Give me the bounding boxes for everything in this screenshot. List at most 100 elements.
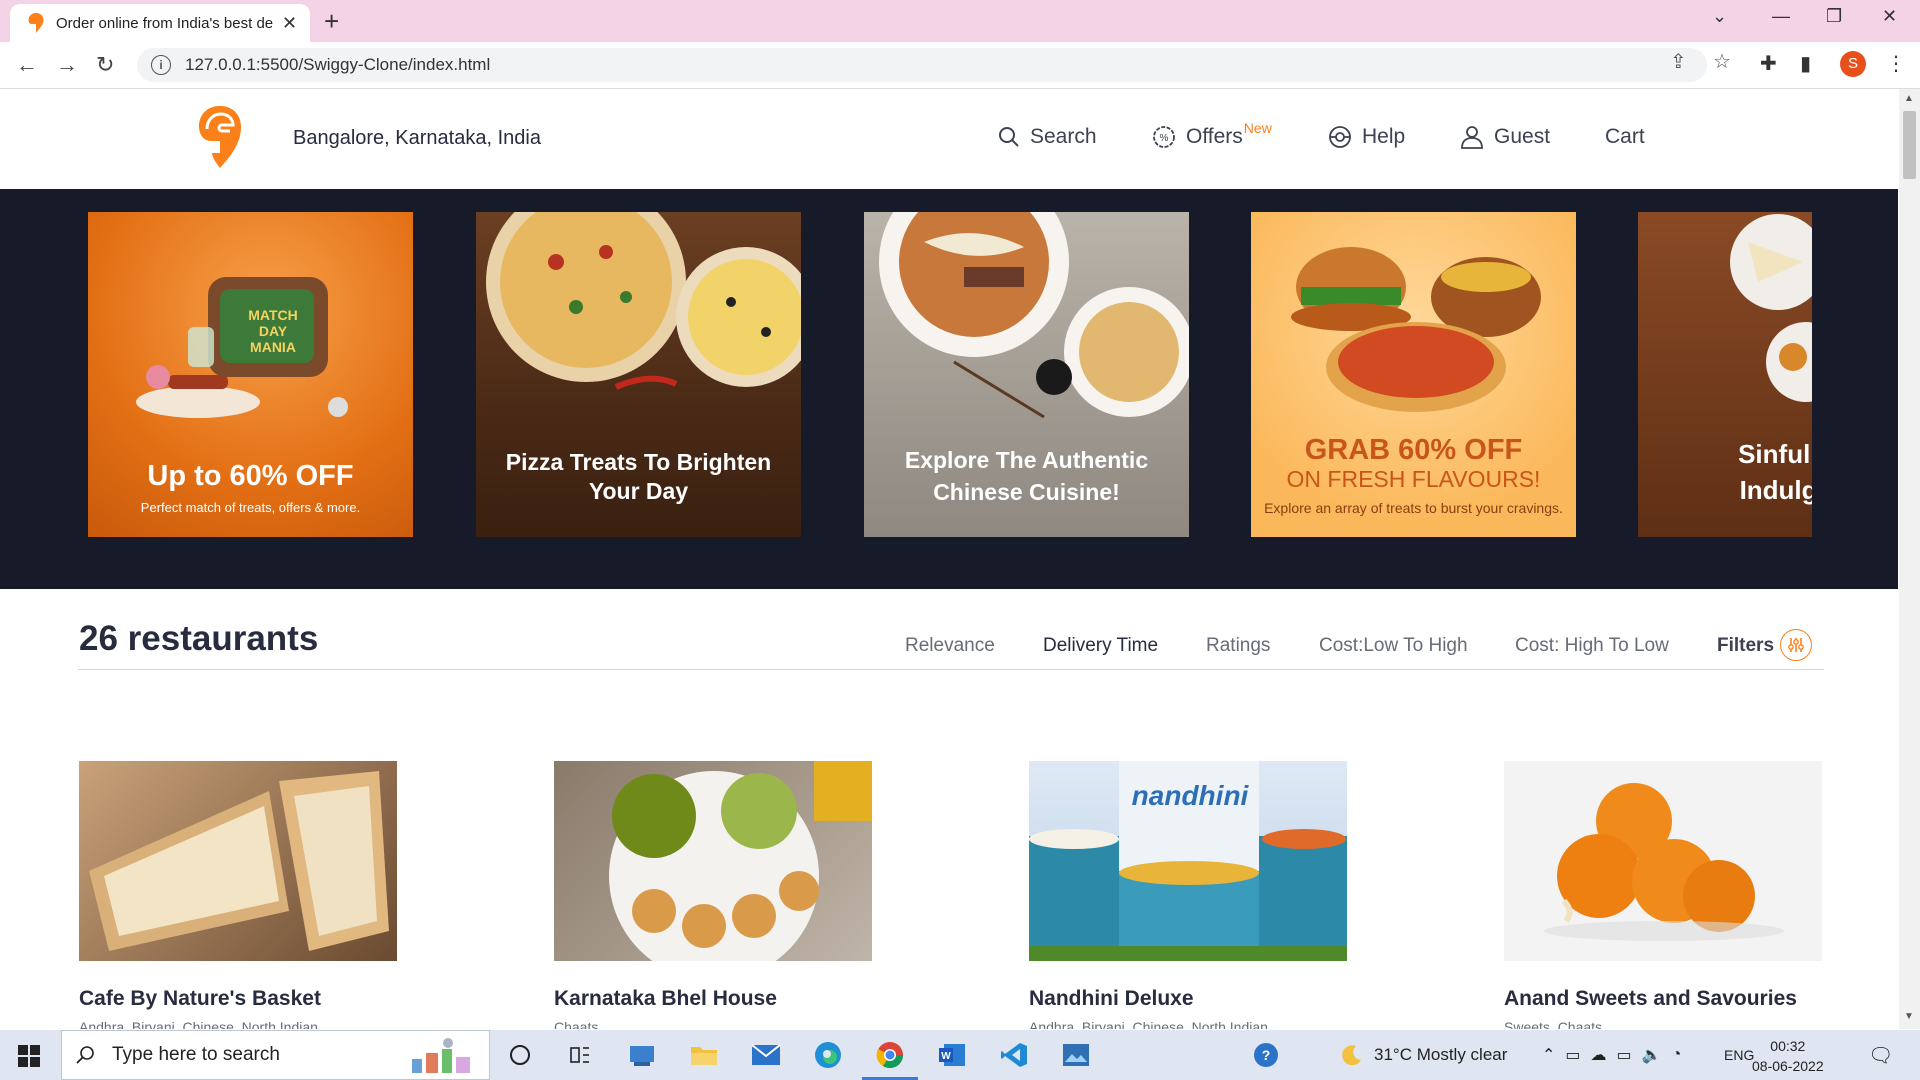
address-toolbar: ← → ↻ i 127.0.0.1:5500/Swiggy-Clone/inde… <box>0 42 1920 89</box>
nav-search[interactable]: Search <box>998 125 1097 149</box>
windows-taskbar: Type here to search W ? 31°C Mostly clea… <box>0 1030 1920 1080</box>
banner-card-match-day[interactable]: MATCH DAY MANIA Up to 60% OFF Perfect ma… <box>88 212 413 537</box>
search-icon <box>999 127 1019 147</box>
web-page: Bangalore, Karnataka, India Search % Off… <box>0 89 1898 1029</box>
cortana-icon[interactable] <box>502 1038 538 1072</box>
swiggy-favicon-icon <box>28 13 44 33</box>
banner-card-grab-60[interactable]: GRAB 60% OFF ON FRESH FLAVOURS! Explore … <box>1251 212 1576 537</box>
task-view-icon[interactable] <box>562 1038 598 1072</box>
volume-icon[interactable]: 🔈 <box>1642 1045 1672 1065</box>
nav-cart[interactable]: Cart <box>1605 125 1645 149</box>
sort-delivery-time[interactable]: Delivery Time <box>1043 635 1158 657</box>
language-indicator[interactable]: ENG <box>1724 1030 1754 1080</box>
filters-sliders-icon[interactable] <box>1780 629 1812 661</box>
sort-cost-low-high[interactable]: Cost:Low To High <box>1319 635 1468 657</box>
site-info-icon[interactable]: i <box>151 55 171 75</box>
close-window-icon[interactable]: ✕ <box>1882 6 1897 27</box>
banner-title: Sinfully Indulge <box>1738 439 1812 505</box>
nav-help-label: Help <box>1362 125 1406 148</box>
vscode-icon[interactable] <box>996 1038 1032 1072</box>
tab-close-icon[interactable]: ✕ <box>282 13 297 34</box>
location-text[interactable]: Bangalore, Karnataka, India <box>293 127 541 150</box>
side-panel-icon[interactable]: ▮ <box>1800 51 1811 76</box>
url-text: 127.0.0.1:5500/Swiggy-Clone/index.html <box>185 55 491 74</box>
filters-button[interactable]: Filters <box>1717 635 1774 657</box>
bookmark-star-icon[interactable]: ☆ <box>1713 49 1731 74</box>
restaurant-name: Anand Sweets and Savouries <box>1504 987 1797 1010</box>
restaurant-cuisine: Sweets, Chaats <box>1504 1019 1603 1029</box>
extensions-icon[interactable]: ✚ <box>1760 51 1777 76</box>
mail-icon[interactable] <box>748 1038 784 1072</box>
svg-text:W: W <box>941 1051 951 1062</box>
banner-card-chinese[interactable]: Explore The Authentic Chinese Cuisine! <box>864 212 1189 537</box>
sort-relevance[interactable]: Relevance <box>905 635 995 657</box>
restore-icon[interactable]: ❐ <box>1826 6 1842 27</box>
notifications-icon[interactable]: 🗨 <box>1868 1030 1893 1080</box>
restaurant-cuisine: Chaats <box>554 1019 599 1029</box>
tray-chevron-up-icon[interactable]: ⌃ <box>1542 1045 1565 1065</box>
address-bar[interactable]: i 127.0.0.1:5500/Swiggy-Clone/index.html <box>137 48 1707 82</box>
nav-help[interactable]: Help <box>1328 125 1405 149</box>
photos-app-icon[interactable] <box>1058 1038 1094 1072</box>
back-icon[interactable]: ← <box>16 52 38 78</box>
moon-weather-icon <box>1342 1045 1361 1066</box>
nav-cart-label: Cart <box>1605 125 1645 148</box>
file-explorer-icon[interactable] <box>686 1038 722 1072</box>
help-tray-icon[interactable]: ? <box>1252 1030 1280 1080</box>
weather-widget[interactable]: 31°C Mostly clear <box>1340 1030 1507 1080</box>
restaurant-card[interactable]: Cafe By Nature's Basket Andhra, Biryani,… <box>79 761 397 1029</box>
nav-search-label: Search <box>1030 125 1097 148</box>
help-lifebuoy-icon <box>1329 126 1351 148</box>
chrome-browser-icon[interactable] <box>862 1038 918 1080</box>
news-app-icon[interactable] <box>624 1038 660 1072</box>
pani-puri-image <box>609 761 872 961</box>
site-header: Bangalore, Karnataka, India Search % Off… <box>0 89 1898 189</box>
minimize-icon[interactable]: — <box>1772 6 1790 27</box>
banner-card-sinfully[interactable]: Sinfully Indulge <box>1638 212 1812 537</box>
word-icon[interactable]: W <box>934 1038 970 1072</box>
share-icon[interactable]: ⇪ <box>1670 49 1687 74</box>
profile-avatar[interactable]: S <box>1840 51 1866 77</box>
nav-guest[interactable]: Guest <box>1460 125 1550 149</box>
offers-new-badge: New <box>1243 120 1272 136</box>
swiggy-logo-icon[interactable] <box>198 105 242 169</box>
nav-offers[interactable]: % Offers New <box>1152 120 1272 149</box>
sort-ratings[interactable]: Ratings <box>1206 635 1270 657</box>
sort-cost-high-low[interactable]: Cost: High To Low <box>1515 635 1669 657</box>
tray-meet-icon[interactable]: ▭ <box>1565 1045 1590 1065</box>
system-tray-icons[interactable]: ⌃ ▭ ☁ ▭ 🔈 ◔ <box>1542 1030 1691 1080</box>
taskbar-search-input[interactable]: Type here to search <box>61 1030 490 1080</box>
menu-kebab-icon[interactable]: ⋮ <box>1886 51 1906 76</box>
onedrive-cloud-icon[interactable]: ☁ <box>1591 1045 1617 1065</box>
wifi-icon[interactable]: ◔ <box>1672 1046 1692 1064</box>
edge-browser-icon[interactable] <box>810 1038 846 1072</box>
browser-tab[interactable]: Order online from India's best delivery … <box>10 4 310 42</box>
clock-time: 00:32 <box>1770 1038 1806 1054</box>
reload-icon[interactable]: ↻ <box>96 52 114 78</box>
restaurant-card[interactable]: Karnataka Bhel House Chaats <box>554 761 872 1029</box>
scroll-down-icon[interactable]: ▼ <box>1904 1011 1914 1022</box>
forward-icon[interactable]: → <box>56 52 78 78</box>
restaurant-list-header: 26 restaurants Relevance Delivery Time R… <box>78 619 1824 670</box>
battery-icon[interactable]: ▭ <box>1617 1045 1642 1065</box>
tab-title: Order online from India's best delivery … <box>56 14 274 32</box>
banner-subtitle: Perfect match of treats, offers & more. <box>140 500 361 515</box>
restaurant-name: Cafe By Nature's Basket <box>79 987 321 1010</box>
restaurant-cuisine: Andhra, Biryani, Chinese, North Indian <box>79 1019 318 1029</box>
scrollbar-thumb[interactable] <box>1903 111 1916 179</box>
svg-text:?: ? <box>1262 1047 1271 1063</box>
taskbar-search-placeholder: Type here to search <box>112 1044 280 1065</box>
restaurant-name: Nandhini Deluxe <box>1029 987 1194 1010</box>
restaurant-image <box>1504 761 1822 961</box>
windows-start-icon[interactable] <box>18 1045 40 1067</box>
page-scrollbar[interactable]: ▲ ▼ <box>1899 89 1920 1029</box>
new-tab-icon[interactable]: + <box>324 6 339 37</box>
restaurant-card[interactable]: Anand Sweets and Savouries Sweets, Chaat… <box>1504 761 1822 1029</box>
restaurant-name: Karnataka Bhel House <box>554 987 777 1010</box>
banner-card-pizza[interactable]: Pizza Treats To Brighten Your Day <box>476 212 801 537</box>
browser-tab-strip: Order online from India's best delivery … <box>0 0 1920 42</box>
tab-search-icon[interactable]: ⌄ <box>1712 6 1727 27</box>
scroll-up-icon[interactable]: ▲ <box>1904 93 1914 104</box>
restaurant-card[interactable]: nandhini Nandhini Deluxe Andhra, Biryani… <box>1029 761 1347 1029</box>
taskbar-clock[interactable]: 00:32 08-06-2022 <box>1752 1036 1824 1076</box>
